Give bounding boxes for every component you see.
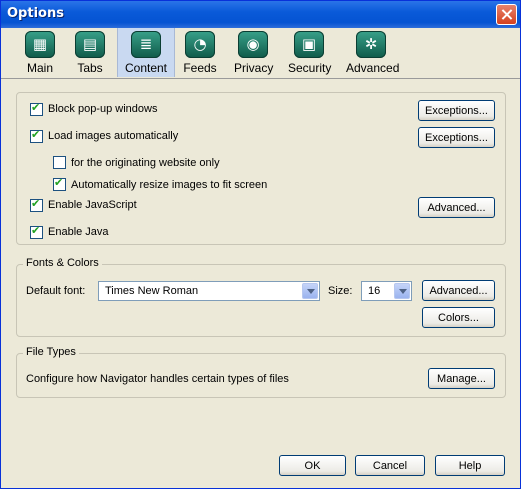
grid-icon: ▦ <box>25 31 55 58</box>
tab-label: Tabs <box>77 61 103 75</box>
help-button[interactable]: Help <box>435 455 505 476</box>
fonts-colors-group: Fonts & Colors Default font: Times New R… <box>16 257 506 337</box>
load-images-checkbox[interactable] <box>30 128 43 143</box>
tab-privacy[interactable]: ◉ Privacy <box>234 28 274 77</box>
javascript-advanced-button[interactable]: Advanced... <box>418 197 495 218</box>
colors-button[interactable]: Colors... <box>422 307 495 328</box>
file-types-group: File Types Configure how Navigator handl… <box>16 346 506 398</box>
enable-java-label: Enable Java <box>48 226 109 238</box>
resize-images-label: Automatically resize images to fit scree… <box>71 179 268 191</box>
tab-label: Content <box>124 61 168 75</box>
block-popups-checkbox[interactable] <box>30 101 43 116</box>
tab-advanced[interactable]: ✲ Advanced <box>346 28 400 77</box>
popup-exceptions-button[interactable]: Exceptions... <box>418 100 495 121</box>
window-title: Options <box>7 6 64 21</box>
default-font-value: Times New Roman <box>105 285 199 297</box>
chevron-down-icon[interactable] <box>302 283 318 299</box>
close-button[interactable] <box>496 4 517 25</box>
file-types-heading: File Types <box>23 346 79 358</box>
tab-security[interactable]: ▣ Security <box>288 28 332 77</box>
load-images-label: Load images automatically <box>48 130 179 142</box>
enable-java-checkbox[interactable] <box>30 224 43 239</box>
block-popups-label: Block pop-up windows <box>48 103 158 115</box>
image-exceptions-button[interactable]: Exceptions... <box>418 127 495 148</box>
manage-button[interactable]: Manage... <box>428 368 495 389</box>
tab-label: Main <box>26 61 53 75</box>
originating-only-label: for the originating website only <box>71 157 220 169</box>
tab-label: Security <box>288 61 332 75</box>
options-window: Options ▦ Main ▤ Tabs ≣ Content ◔ Feeds … <box>0 0 521 489</box>
file-types-description: Configure how Navigator handles certain … <box>26 373 289 385</box>
default-font-select[interactable]: Times New Roman <box>98 281 320 301</box>
content-options-group: Block pop-up windows Exceptions... Load … <box>16 92 506 245</box>
eye-icon: ◉ <box>238 31 268 58</box>
resize-images-checkbox[interactable] <box>53 176 66 191</box>
enable-javascript-checkbox[interactable] <box>30 197 43 212</box>
tab-content[interactable]: ≣ Content <box>117 28 175 77</box>
font-size-select[interactable]: 16 <box>361 281 412 301</box>
gear-icon: ✲ <box>356 31 386 58</box>
tab-label: Privacy <box>234 61 274 75</box>
cancel-button[interactable]: Cancel <box>355 455 425 476</box>
default-font-label: Default font: <box>26 285 86 297</box>
ok-button[interactable]: OK <box>279 455 346 476</box>
chevron-down-icon[interactable] <box>394 283 410 299</box>
lock-icon: ▣ <box>294 31 324 58</box>
tab-label: Feeds <box>183 61 217 75</box>
tab-label: Advanced <box>346 61 400 75</box>
size-label: Size: <box>328 285 353 297</box>
originating-only-checkbox[interactable] <box>53 156 66 169</box>
stack-icon: ≣ <box>131 31 161 58</box>
tab-tabs[interactable]: ▤ Tabs <box>73 28 107 77</box>
options-toolbar: ▦ Main ▤ Tabs ≣ Content ◔ Feeds ◉ Privac… <box>1 28 520 79</box>
font-size-value: 16 <box>368 285 381 297</box>
fonts-colors-heading: Fonts & Colors <box>23 257 102 269</box>
rss-icon: ◔ <box>185 31 215 58</box>
title-bar[interactable]: Options <box>1 1 520 28</box>
fonts-advanced-button[interactable]: Advanced... <box>422 280 495 301</box>
tab-main[interactable]: ▦ Main <box>23 28 57 77</box>
tabs-icon: ▤ <box>75 31 105 58</box>
enable-javascript-label: Enable JavaScript <box>48 199 137 211</box>
tab-feeds[interactable]: ◔ Feeds <box>183 28 217 77</box>
